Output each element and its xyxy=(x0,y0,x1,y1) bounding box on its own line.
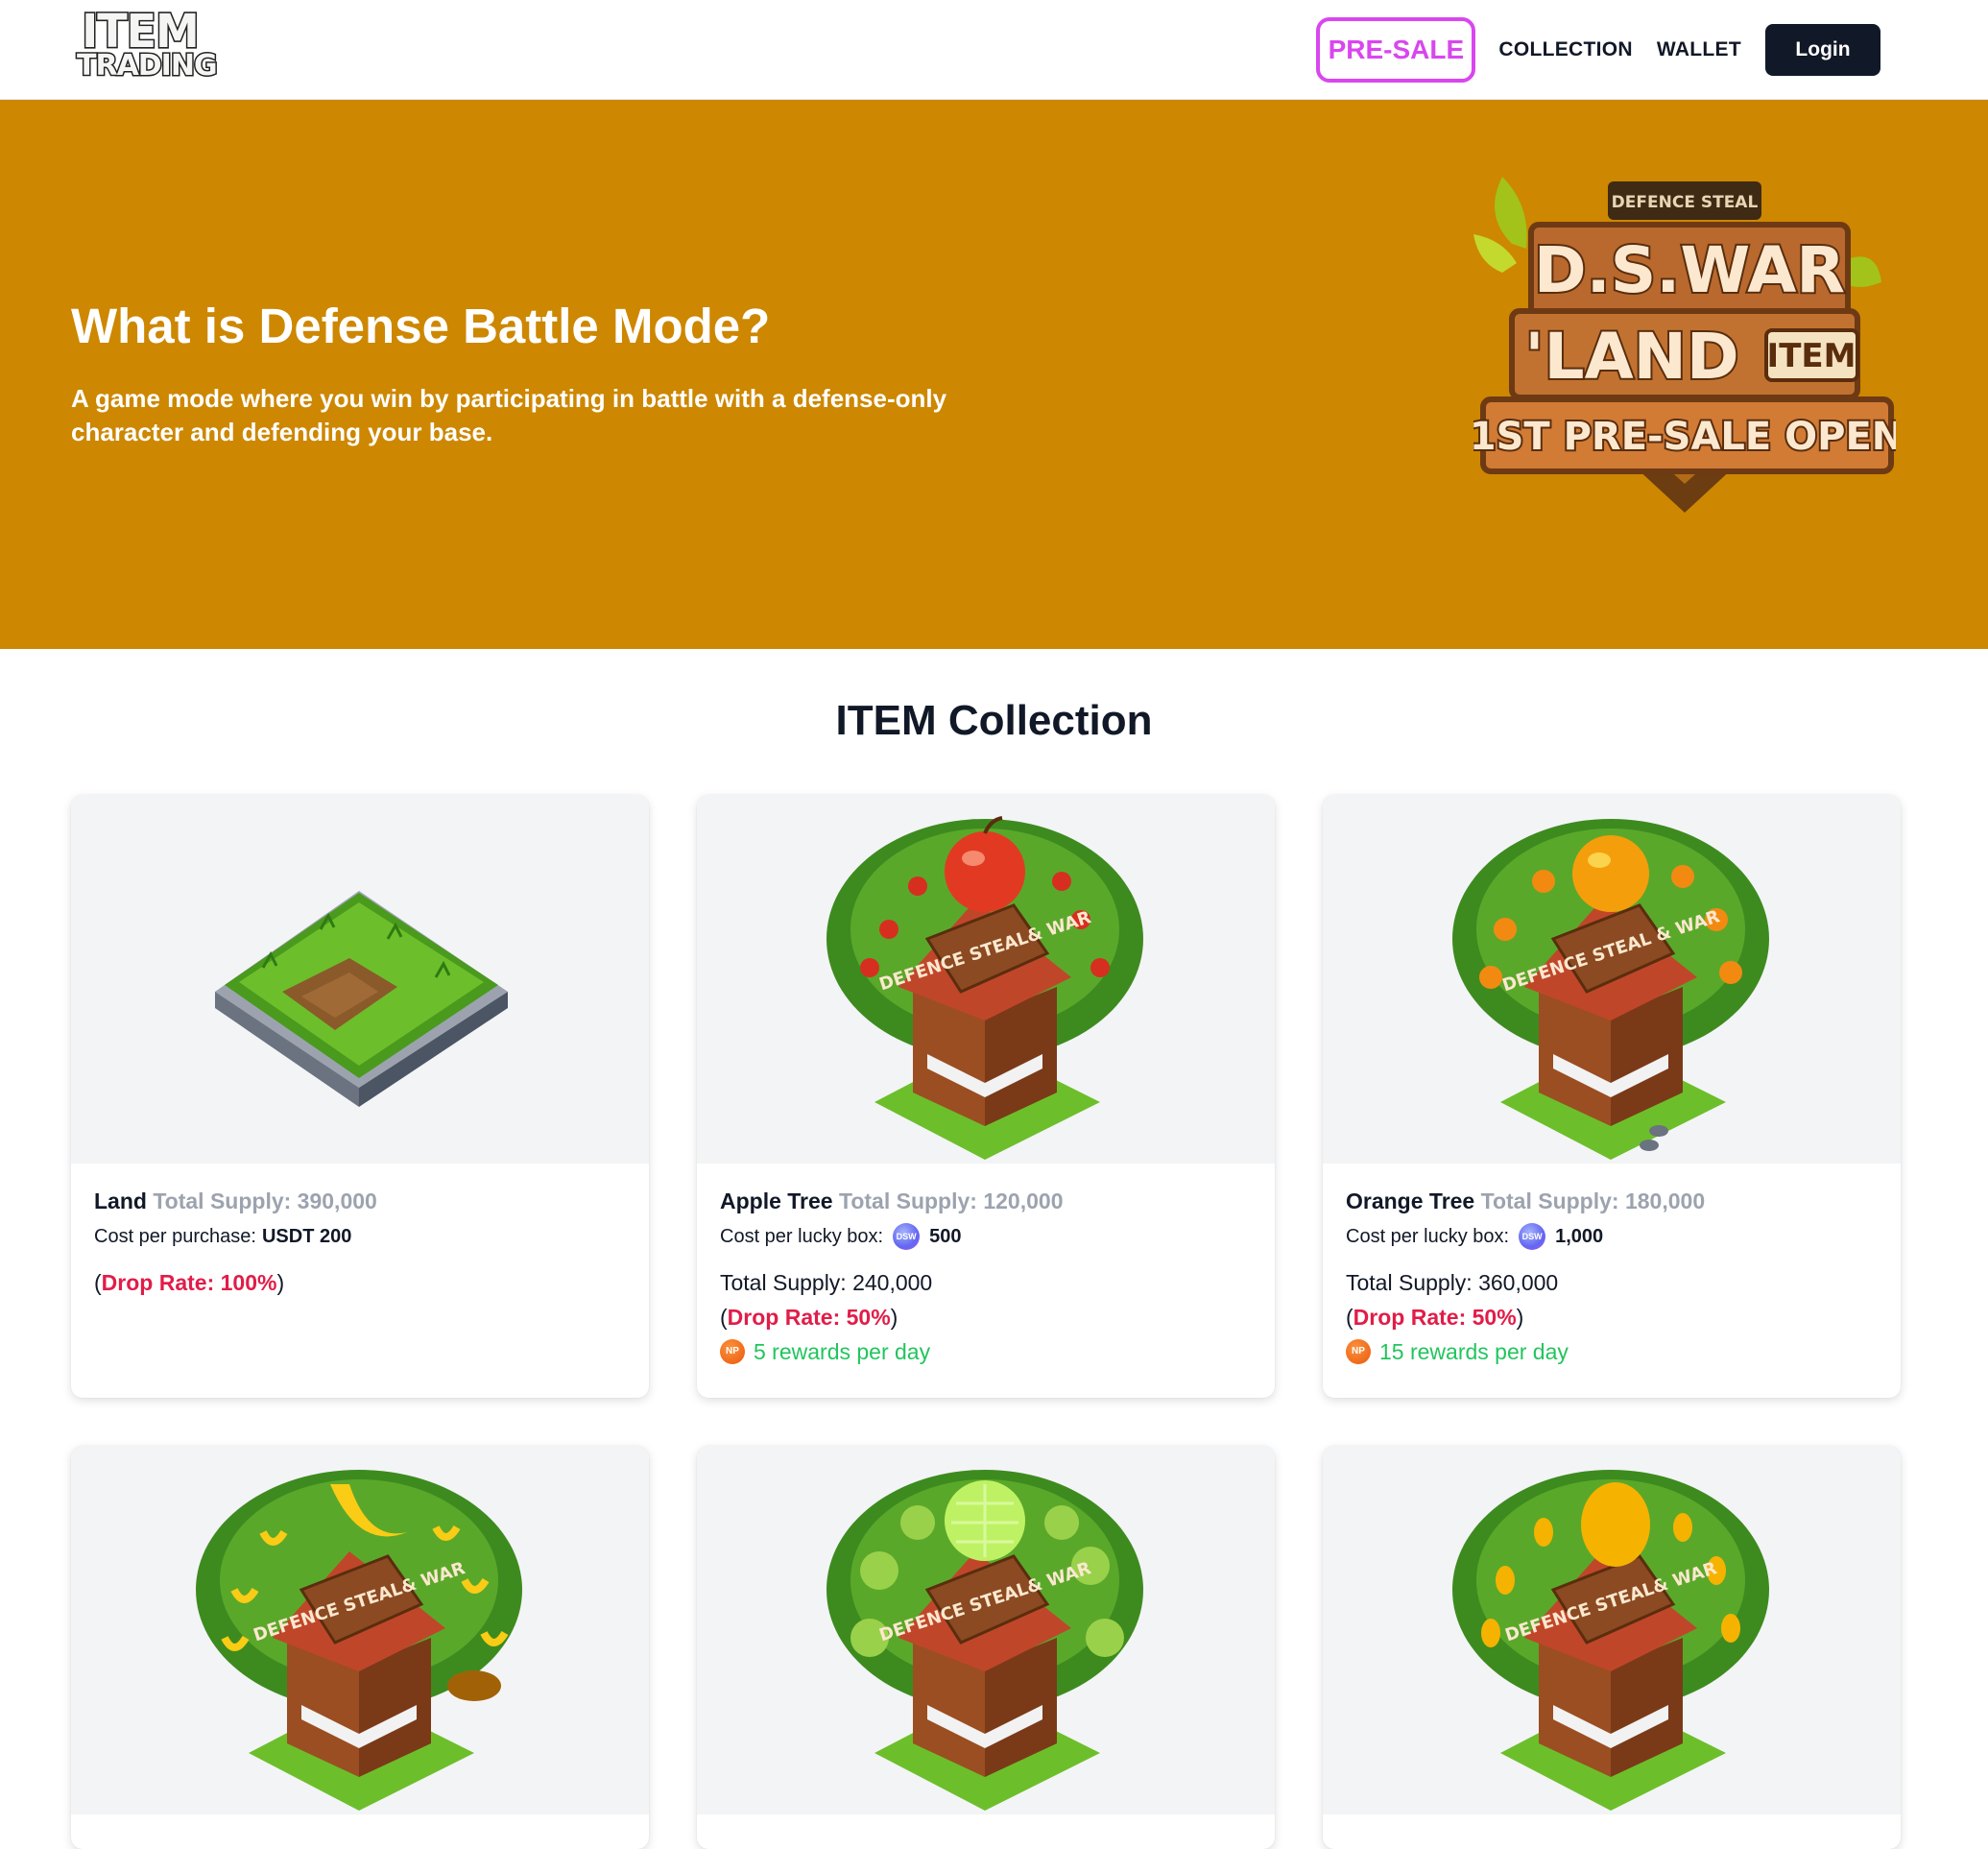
cost-label: Cost per lucky box: xyxy=(1346,1226,1510,1247)
badge-line-1: D.S.WAR xyxy=(1534,233,1845,307)
nav-collection-link[interactable]: COLLECTION xyxy=(1498,38,1633,61)
login-button[interactable]: Login xyxy=(1765,24,1880,76)
item-total-supply: Total Supply: 180,000 xyxy=(1480,1189,1706,1213)
melon-tree-shop-icon: DEFENCE STEAL& WAR xyxy=(826,1470,1143,1811)
logo-line-1: ITEM xyxy=(81,3,202,59)
item-image: DEFENCE STEAL& WAR xyxy=(697,795,1275,1164)
hero-banner: What is Defense Battle Mode? A game mode… xyxy=(0,100,1988,649)
item-image: DEFENCE STEAL& WAR xyxy=(1323,1446,1901,1814)
np-coin-icon: NP xyxy=(720,1339,745,1364)
logo-line-2: TRADING xyxy=(76,48,220,84)
cost-label: Cost per lucky box: xyxy=(720,1226,884,1247)
item-card-apple-tree[interactable]: DEFENCE STEAL& WAR Apple Tree Total Supp… xyxy=(697,795,1275,1398)
drop-rate: Drop Rate: 50% xyxy=(1353,1305,1517,1330)
main-nav: PRE-SALE COLLECTION WALLET Login xyxy=(1316,17,1880,83)
presale-button[interactable]: PRE-SALE xyxy=(1316,17,1476,83)
item-card-melon-tree[interactable]: DEFENCE STEAL& WAR xyxy=(697,1446,1275,1849)
drop-rate: Drop Rate: 100% xyxy=(101,1270,277,1295)
item-image: DEFENCE STEAL& WAR xyxy=(71,1446,649,1814)
dsw-coin-icon: DSW xyxy=(893,1223,921,1250)
hero-title: What is Defense Battle Mode? xyxy=(71,299,771,353)
reward-text: 15 rewards per day xyxy=(1379,1339,1569,1364)
item-image: DEFENCE STEAL& WAR xyxy=(697,1446,1275,1814)
badge-line-3: 1ST PRE-SALE OPEN xyxy=(1473,415,1896,459)
drop-rate-open: ( xyxy=(1346,1305,1353,1330)
drop-rate-close: ) xyxy=(276,1270,285,1295)
item-details: Orange Tree Total Supply: 180,000 Cost p… xyxy=(1346,1187,1883,1369)
drop-rate-open: ( xyxy=(94,1270,102,1295)
ds-war-presale-badge-icon: DEFENCE STEAL D.S.WAR 'LAND ITEM 1ST PRE… xyxy=(1473,177,1896,513)
drop-rate-close: ) xyxy=(890,1305,898,1330)
badge-line-2: 'LAND xyxy=(1524,320,1738,394)
drop-rate: Drop Rate: 50% xyxy=(727,1305,891,1330)
item-details: Land Total Supply: 390,000 Cost per purc… xyxy=(94,1187,632,1300)
reward-row: NP 5 rewards per day xyxy=(720,1334,1257,1369)
cost-value: 500 xyxy=(929,1226,962,1247)
item-image: DEFENCE STEAL & WAR xyxy=(1323,795,1901,1164)
apple-tree-shop-icon: DEFENCE STEAL& WAR xyxy=(826,816,1143,1160)
item-total-supply: Total Supply: 390,000 xyxy=(153,1189,377,1213)
item-name: Orange Tree xyxy=(1346,1189,1475,1213)
item-total-supply-secondary: Total Supply: 240,000 xyxy=(720,1270,933,1295)
reward-row: NP 15 rewards per day xyxy=(1346,1334,1883,1369)
badge-top-text: DEFENCE STEAL xyxy=(1612,193,1759,212)
top-header: ITEM TRADING PRE-SALE COLLECTION WALLET … xyxy=(0,0,1988,100)
item-image xyxy=(71,795,649,1164)
cost-value: USDT 200 xyxy=(261,1226,352,1247)
nav-wallet-link[interactable]: WALLET xyxy=(1657,38,1741,61)
drop-rate-close: ) xyxy=(1516,1305,1524,1330)
land-tile-icon xyxy=(215,891,508,1107)
item-details: Apple Tree Total Supply: 120,000 Cost pe… xyxy=(720,1187,1257,1369)
item-trading-logo[interactable]: ITEM TRADING xyxy=(76,3,220,84)
drop-rate-open: ( xyxy=(720,1305,728,1330)
orange-tree-shop-icon: DEFENCE STEAL & WAR xyxy=(1452,819,1769,1160)
item-card-mango-tree[interactable]: DEFENCE STEAL& WAR xyxy=(1323,1446,1901,1849)
item-name: Apple Tree xyxy=(720,1189,833,1213)
badge-item-text: ITEM xyxy=(1767,337,1856,375)
item-name: Land xyxy=(94,1189,147,1213)
mango-tree-shop-icon: DEFENCE STEAL& WAR xyxy=(1452,1470,1769,1811)
cost-value: 1,000 xyxy=(1555,1226,1604,1247)
hero-subtitle: A game mode where you win by participati… xyxy=(71,384,947,446)
item-card-orange-tree[interactable]: DEFENCE STEAL & WAR Orange Tree Total Su… xyxy=(1323,795,1901,1398)
np-coin-icon: NP xyxy=(1346,1339,1371,1364)
item-card-land[interactable]: Land Total Supply: 390,000 Cost per purc… xyxy=(71,795,649,1398)
collection-title: ITEM Collection xyxy=(835,697,1153,744)
banana-tree-shop-icon: DEFENCE STEAL& WAR xyxy=(196,1470,522,1811)
item-total-supply: Total Supply: 120,000 xyxy=(839,1189,1064,1213)
item-card-banana-tree[interactable]: DEFENCE STEAL& WAR xyxy=(71,1446,649,1849)
cost-label: Cost per purchase: xyxy=(94,1226,256,1247)
reward-text: 5 rewards per day xyxy=(754,1339,931,1364)
item-total-supply-secondary: Total Supply: 360,000 xyxy=(1346,1270,1559,1295)
dsw-coin-icon: DSW xyxy=(1519,1223,1546,1250)
